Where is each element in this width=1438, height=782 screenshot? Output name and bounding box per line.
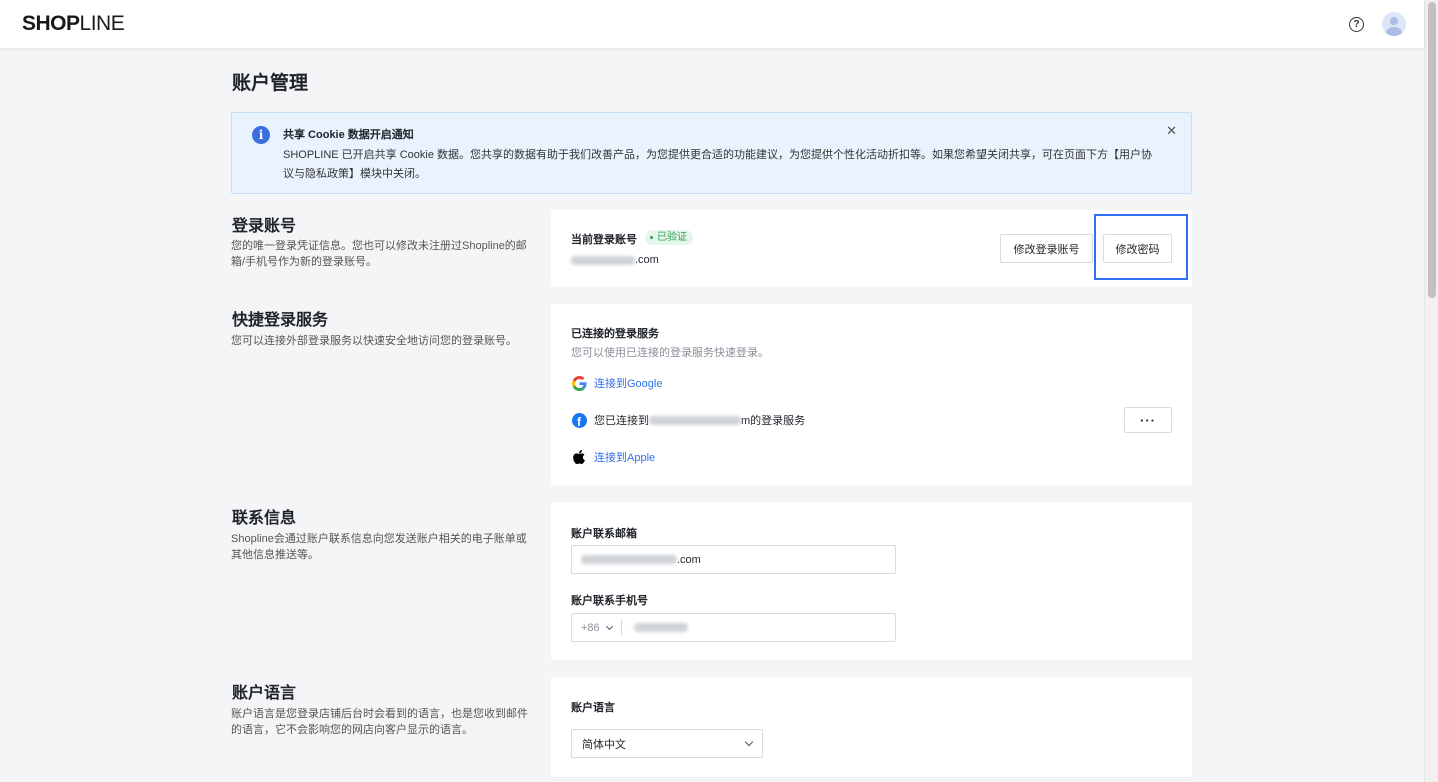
masked-email bbox=[571, 255, 635, 265]
connected-services-desc: 您可以使用已连接的登录服务快速登录。 bbox=[571, 347, 769, 359]
facebook-connected-prefix: 您已连接到 bbox=[594, 415, 649, 427]
notice-body: SHOPLINE 已开启共享 Cookie 数据。您共享的数据有助于我们改善产品… bbox=[283, 149, 1153, 180]
facebook-icon: f bbox=[571, 412, 587, 428]
cookie-notice: i 共享 Cookie 数据开启通知 SHOPLINE 已开启共享 Cookie… bbox=[231, 112, 1192, 194]
masked-phone-number bbox=[633, 623, 688, 632]
apple-service-row: 连接到Apple bbox=[571, 449, 655, 465]
chevron-down-icon bbox=[744, 737, 754, 747]
close-icon[interactable]: ✕ bbox=[1166, 123, 1177, 139]
change-login-account-button[interactable]: 修改登录账号 bbox=[1000, 234, 1093, 263]
logo-thin-text: LINE bbox=[79, 12, 125, 35]
contact-email-field[interactable]: .com bbox=[571, 545, 896, 574]
language-select[interactable]: 简体中文 bbox=[571, 729, 763, 758]
quick-login-desc: 您可以连接外部登录服务以快速安全地访问您的登录账号。 bbox=[231, 335, 517, 347]
login-account-title: 登录账号 bbox=[232, 218, 297, 235]
connect-google-link[interactable]: 连接到Google bbox=[594, 375, 662, 391]
highlight-box bbox=[1094, 214, 1188, 280]
masked-contact-email bbox=[581, 555, 677, 564]
connected-services-label: 已连接的登录服务 bbox=[571, 328, 659, 340]
language-title: 账户语言 bbox=[232, 685, 297, 702]
facebook-connected-suffix: m的登录服务 bbox=[741, 415, 806, 427]
login-email-suffix: .com bbox=[635, 254, 659, 266]
country-code-select[interactable]: +86 bbox=[572, 619, 622, 636]
quick-login-title: 快捷登录服务 bbox=[232, 312, 329, 329]
logo-bold-text: SHOP bbox=[22, 12, 80, 35]
info-icon: i bbox=[252, 126, 270, 144]
login-email: .com bbox=[571, 254, 659, 266]
language-field-label: 账户语言 bbox=[571, 702, 615, 714]
apple-icon bbox=[571, 449, 587, 465]
page-title: 账户管理 bbox=[232, 73, 309, 94]
avatar[interactable] bbox=[1382, 12, 1406, 36]
top-bar: SHOP LINE ? bbox=[0, 0, 1424, 48]
top-right-actions: ? bbox=[1349, 12, 1406, 36]
login-account-desc: 您的唯一登录凭证信息。您也可以修改未注册过Shopline的邮箱/手机号作为新的… bbox=[231, 240, 527, 268]
chevron-down-icon bbox=[605, 622, 613, 630]
google-icon bbox=[571, 375, 587, 391]
more-icon[interactable]: ··· bbox=[1124, 407, 1172, 433]
current-login-label: 当前登录账号 bbox=[571, 234, 637, 246]
facebook-service-row: f 您已连接到 m的登录服务 bbox=[571, 412, 805, 428]
contact-desc: Shopline会通过账户联系信息向您发送账户相关的电子账单或其他信息推送等。 bbox=[231, 533, 527, 561]
contact-email-suffix: .com bbox=[677, 553, 701, 566]
scrollbar[interactable] bbox=[1424, 0, 1438, 782]
language-selected-value: 简体中文 bbox=[582, 738, 626, 751]
contact-title: 联系信息 bbox=[232, 510, 297, 527]
verified-badge: 已验证 bbox=[645, 230, 693, 245]
help-icon[interactable]: ? bbox=[1349, 16, 1364, 32]
language-desc: 账户语言是您登录店铺后台时会看到的语言，也是您收到邮件的语言，它不会影响您的网店… bbox=[231, 708, 528, 736]
google-service-row: 连接到Google bbox=[571, 375, 662, 391]
notice-title: 共享 Cookie 数据开启通知 bbox=[283, 129, 414, 141]
contact-email-label: 账户联系邮箱 bbox=[571, 528, 637, 540]
connect-apple-link[interactable]: 连接到Apple bbox=[594, 449, 655, 465]
masked-facebook-account bbox=[649, 415, 741, 425]
contact-phone-label: 账户联系手机号 bbox=[571, 595, 648, 607]
scrollbar-thumb[interactable] bbox=[1428, 2, 1436, 298]
language-card bbox=[551, 677, 1192, 777]
country-code-value: +86 bbox=[581, 621, 600, 634]
contact-phone-field[interactable]: +86 bbox=[571, 613, 896, 642]
shopline-logo[interactable]: SHOP LINE bbox=[22, 12, 125, 36]
